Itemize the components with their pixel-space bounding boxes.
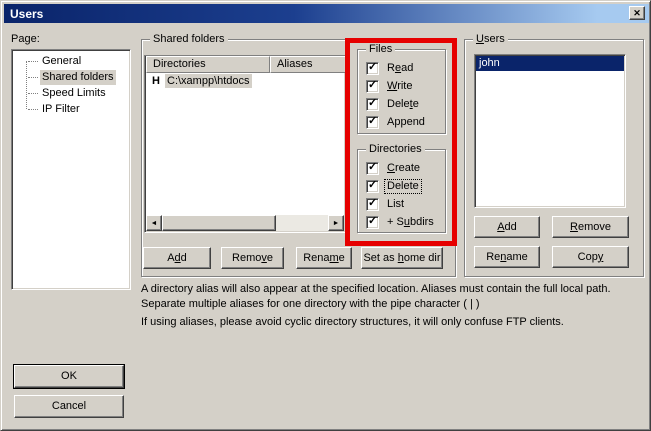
check-icon: ✓	[368, 115, 377, 128]
scrollbar-thumb[interactable]	[162, 215, 276, 231]
delete-file-checkbox[interactable]: ✓	[366, 98, 379, 111]
horizontal-scrollbar[interactable]: ◄ ►	[146, 215, 344, 231]
checkbox-label: Read	[385, 62, 415, 75]
users-dialog: Users ✕ Page: General Shared folders Spe…	[0, 0, 651, 431]
directory-path: C:\xampp\htdocs	[165, 74, 252, 88]
window-title: Users	[10, 7, 43, 21]
subdirs-checkbox[interactable]: ✓	[366, 216, 379, 229]
check-icon: ✓	[368, 215, 377, 228]
close-button[interactable]: ✕	[629, 6, 645, 20]
check-icon: ✓	[368, 179, 377, 192]
checkbox-label: Create	[385, 162, 422, 175]
column-header-directories[interactable]: Directories	[146, 56, 270, 73]
check-icon: ✓	[368, 79, 377, 92]
remove-folder-button[interactable]: Remove	[221, 247, 284, 269]
page-label: Page:	[11, 33, 40, 45]
checkbox-label: List	[385, 198, 406, 211]
set-home-dir-button[interactable]: Set as home dir	[361, 247, 443, 269]
users-group-label: Users	[473, 33, 508, 45]
tree-item-label: General	[40, 54, 83, 69]
tree-branch-line	[28, 109, 38, 110]
home-dir-marker: H	[152, 74, 160, 88]
tree-item-label: Speed Limits	[40, 86, 108, 101]
sidebar-item-general[interactable]: General	[14, 53, 128, 69]
page-tree: General Shared folders Speed Limits IP F…	[11, 49, 131, 290]
checkbox-label: Append	[385, 116, 427, 129]
tree-item-label-selected: Shared folders	[40, 70, 116, 85]
sidebar-item-shared-folders[interactable]: Shared folders	[14, 69, 128, 85]
cancel-button[interactable]: Cancel	[14, 395, 124, 418]
checkbox-label-focused: Delete	[385, 180, 421, 193]
files-permissions-group: Files ✓ Read ✓ Write ✓ Delete ✓ Append	[357, 49, 446, 134]
checkbox-label: Delete	[385, 98, 421, 111]
alias-note-text: A directory alias will also appear at th…	[141, 282, 641, 312]
copy-user-button[interactable]: Copy	[552, 246, 629, 268]
create-checkbox[interactable]: ✓	[366, 162, 379, 175]
scroll-left-icon: ◄	[151, 220, 158, 227]
add-user-button[interactable]: Add	[474, 216, 540, 238]
remove-user-button[interactable]: Remove	[552, 216, 629, 238]
directories-permissions-group: Directories ✓ Create ✓ Delete ✓ List ✓ +…	[357, 149, 446, 233]
list-checkbox[interactable]: ✓	[366, 198, 379, 211]
files-group-label: Files	[366, 43, 395, 55]
checkbox-label: Write	[385, 80, 414, 93]
delete-dir-checkbox[interactable]: ✓	[366, 180, 379, 193]
write-checkbox[interactable]: ✓	[366, 80, 379, 93]
users-list: john	[474, 54, 626, 208]
tree-branch-line	[28, 93, 38, 94]
checkbox-label: + Subdirs	[385, 216, 436, 229]
column-header-label: Directories	[153, 58, 206, 70]
append-checkbox[interactable]: ✓	[366, 116, 379, 129]
list-item-user[interactable]: john	[476, 56, 624, 71]
column-header-label: Aliases	[277, 58, 312, 70]
tree-branch-line	[28, 61, 38, 62]
directories-group-label: Directories	[366, 143, 425, 155]
cyclic-note-text: If using aliases, please avoid cyclic di…	[141, 315, 641, 330]
table-row[interactable]: H C:\xampp\htdocs	[146, 74, 344, 89]
check-icon: ✓	[368, 197, 377, 210]
sidebar-item-ip-filter[interactable]: IP Filter	[14, 101, 128, 117]
tree-branch-line	[28, 77, 38, 78]
user-name: john	[479, 57, 500, 69]
tree-item-label: IP Filter	[40, 102, 82, 117]
add-folder-button[interactable]: Add	[143, 247, 211, 269]
shared-folders-list: Directories Aliases H C:\xampp\htdocs ◄ …	[144, 55, 346, 233]
check-icon: ✓	[368, 161, 377, 174]
scroll-left-button[interactable]: ◄	[146, 215, 162, 231]
rename-user-button[interactable]: Rename	[474, 246, 540, 268]
close-icon: ✕	[633, 8, 641, 19]
scroll-right-icon: ►	[333, 220, 340, 227]
column-header-aliases[interactable]: Aliases	[270, 56, 346, 73]
ok-button[interactable]: OK	[14, 365, 124, 388]
check-icon: ✓	[368, 61, 377, 74]
shared-folders-group-label: Shared folders	[150, 33, 228, 45]
sidebar-item-speed-limits[interactable]: Speed Limits	[14, 85, 128, 101]
read-checkbox[interactable]: ✓	[366, 62, 379, 75]
scroll-right-button[interactable]: ►	[328, 215, 344, 231]
check-icon: ✓	[368, 97, 377, 110]
rename-folder-button[interactable]: Rename	[296, 247, 352, 269]
titlebar[interactable]: Users ✕	[4, 4, 649, 23]
